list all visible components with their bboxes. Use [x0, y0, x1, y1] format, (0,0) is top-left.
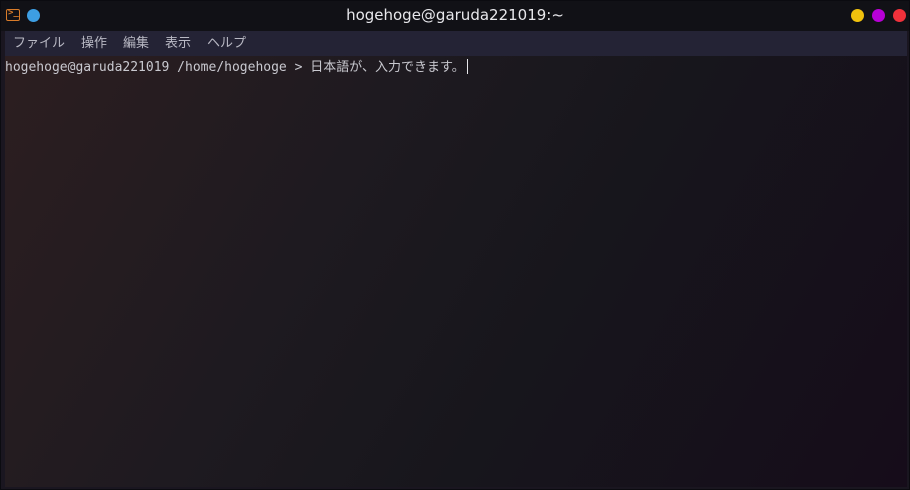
text-cursor: [466, 59, 468, 74]
command-line: hogehoge@garuda221019 /home/hogehoge > 日…: [5, 59, 468, 76]
command-input[interactable]: 日本語が、入力できます。: [310, 60, 464, 75]
menu-action[interactable]: 操作: [81, 35, 107, 52]
close-button[interactable]: [893, 9, 906, 22]
title-bar[interactable]: >_ hogehoge@garuda221019:~: [1, 1, 909, 31]
menu-help[interactable]: ヘルプ: [207, 35, 246, 52]
menu-view[interactable]: 表示: [165, 35, 191, 52]
terminal-area[interactable]: hogehoge@garuda221019 /home/hogehoge > 日…: [5, 56, 907, 487]
terminal-window: >_ hogehoge@garuda221019:~ ファイル 操作 編集 表示…: [0, 0, 910, 490]
menu-edit[interactable]: 編集: [123, 35, 149, 52]
menu-bar: ファイル 操作 編集 表示 ヘルプ: [5, 31, 907, 56]
menu-file[interactable]: ファイル: [13, 35, 65, 52]
maximize-button[interactable]: [872, 9, 885, 22]
shell-prompt: hogehoge@garuda221019 /home/hogehoge >: [5, 60, 311, 75]
window-title: hogehoge@garuda221019:~: [346, 6, 564, 24]
minimize-button[interactable]: [851, 9, 864, 22]
